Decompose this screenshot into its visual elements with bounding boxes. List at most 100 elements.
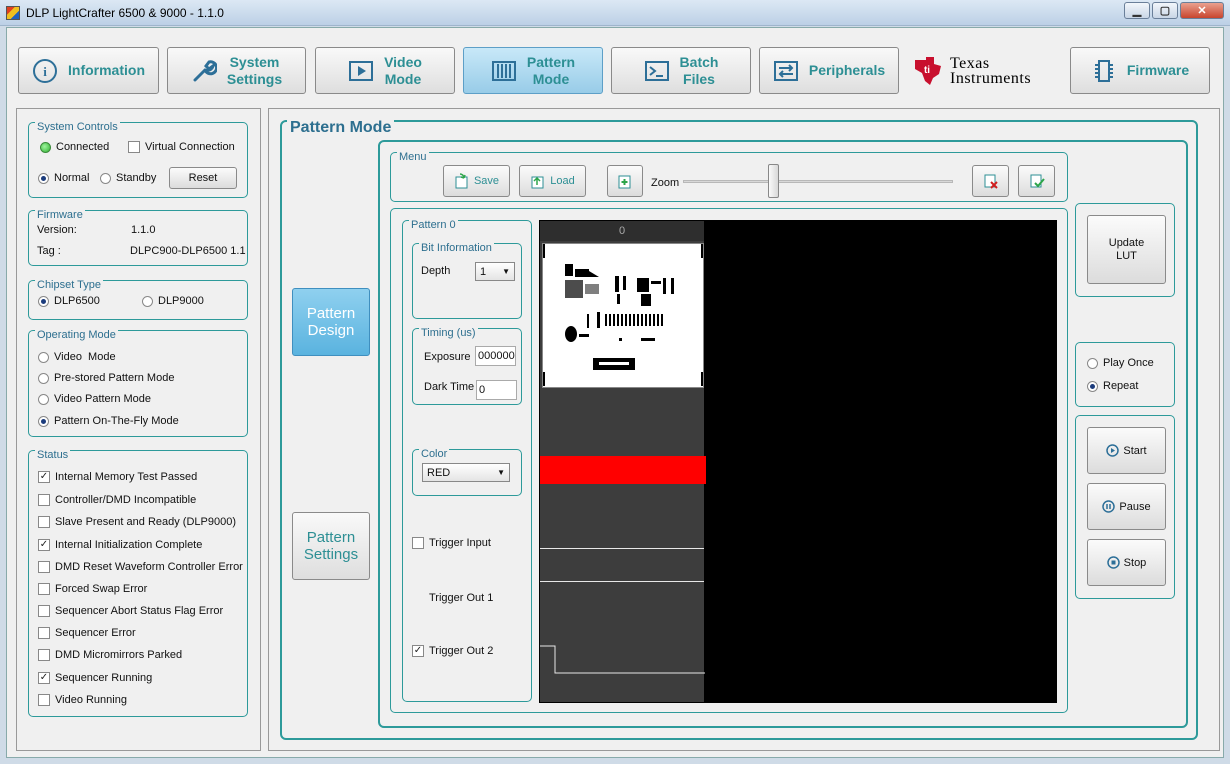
chipset-dlp9000-label: DLP9000 [158, 295, 204, 307]
validate-button[interactable] [1018, 165, 1055, 197]
nav-pattern-mode-button[interactable]: Pattern Mode [463, 47, 603, 94]
nav-batch-files-line1: Batch [679, 53, 719, 70]
play-icon [1106, 444, 1120, 457]
chipset-dlp9000-dot[interactable] [142, 295, 153, 307]
pause-button[interactable]: Pause [1087, 483, 1166, 530]
pattern-color-bar [540, 456, 706, 484]
nav-peripherals-label: Peripherals [808, 62, 886, 78]
pattern-design-label: Pattern Design [307, 305, 355, 339]
trigger-out2-waveform [540, 645, 705, 674]
chipset-dlp6500-radio[interactable]: DLP6500 [38, 295, 100, 307]
dark-time-input[interactable]: 0 [476, 380, 517, 400]
nav-video-mode-button[interactable]: Video Mode [315, 47, 455, 94]
mode-video-pattern-dot[interactable] [38, 393, 49, 405]
stop-button[interactable]: Stop [1087, 539, 1166, 586]
chipset-dlp6500-dot[interactable] [38, 295, 49, 307]
depth-label: Depth [421, 265, 451, 277]
close-button[interactable]: ✕ [1180, 2, 1224, 19]
mode-on-the-fly-radio[interactable]: Pattern On-The-Fly Mode [38, 415, 179, 427]
mode-prestored-radio[interactable]: Pre-stored Pattern Mode [38, 372, 174, 384]
trigger-input-label: Trigger Input [429, 537, 491, 549]
play-once-dot[interactable] [1087, 357, 1098, 369]
zoom-label: Zoom [651, 177, 680, 189]
mode-video-dot[interactable] [38, 351, 49, 363]
nav-video-mode-line1: Video [384, 53, 422, 70]
nav-system-settings-button[interactable]: System Settings [167, 47, 306, 94]
mode-on-the-fly-dot[interactable] [38, 415, 49, 427]
connected-led-icon [40, 141, 51, 153]
pattern-settings-button[interactable]: Pattern Settings [292, 512, 370, 580]
status-item-label: Slave Present and Ready (DLP9000) [55, 516, 236, 528]
mode-prestored-dot[interactable] [38, 372, 49, 384]
color-select[interactable]: RED ▼ [422, 463, 510, 482]
zoom-slider-track[interactable] [683, 180, 953, 183]
status-checkbox [38, 627, 50, 639]
clear-button[interactable] [972, 165, 1009, 197]
normal-radio[interactable]: Normal [38, 172, 89, 184]
save-button[interactable]: Save [443, 165, 510, 197]
firmware-tag-label: Tag : [37, 245, 61, 257]
standby-radio[interactable]: Standby [100, 172, 156, 184]
reset-button[interactable]: Reset [169, 167, 237, 189]
stop-label: Stop [1123, 556, 1147, 569]
update-lut-line1: Update [1108, 236, 1145, 249]
nav-peripherals-button[interactable]: Peripherals [759, 47, 899, 94]
exposure-input[interactable]: 000000 [475, 346, 516, 366]
nav-pattern-mode-label: Pattern Mode [527, 54, 575, 88]
mode-video-pattern-label: Video Pattern Mode [54, 393, 152, 405]
ti-wordmark: Texas Instruments [950, 55, 1032, 87]
repeat-radio[interactable]: Repeat [1087, 380, 1138, 392]
mode-prestored-label: Pre-stored Pattern Mode [54, 372, 175, 384]
depth-select[interactable]: 1 ▼ [475, 262, 515, 281]
status-item: DMD Micromirrors Parked [38, 649, 182, 661]
nav-information-button[interactable]: i Information [18, 47, 159, 94]
chipset-type-label: Chipset Type [35, 279, 104, 291]
pattern-column-header: 0 [540, 221, 704, 241]
firmware-version-value: 1.1.0 [131, 224, 156, 236]
trigger-out2-checkbox[interactable]: ✓ Trigger Out 2 [412, 645, 493, 657]
play-once-radio[interactable]: Play Once [1087, 357, 1154, 369]
mode-video-radio[interactable]: Video Mode [38, 351, 116, 363]
zoom-slider-thumb[interactable] [768, 164, 779, 198]
chipset-dlp9000-radio[interactable]: DLP9000 [142, 295, 204, 307]
info-icon: i [32, 58, 58, 84]
nav-pattern-mode-line2: Mode [532, 70, 570, 87]
pattern-thumbnail[interactable] [542, 243, 704, 388]
nav-pattern-mode-line1: Pattern [526, 53, 576, 70]
standby-radio-dot[interactable] [100, 172, 111, 184]
status-checkbox: ✓ [38, 539, 50, 551]
maximize-button[interactable]: ▢ [1152, 2, 1178, 19]
dropdown-arrow-icon: ▼ [502, 267, 510, 276]
pattern-design-button[interactable]: Pattern Design [292, 288, 370, 356]
pattern-settings-line2: Settings [303, 546, 359, 563]
chipset-dlp6500-label: DLP6500 [54, 295, 100, 307]
update-lut-button[interactable]: Update LUT [1087, 215, 1166, 284]
status-item: Forced Swap Error [38, 583, 147, 595]
status-label: Status [35, 449, 71, 461]
minimize-button[interactable]: ▁ [1124, 2, 1150, 19]
status-checkbox [38, 694, 50, 706]
status-item: Controller/DMD Incompatible [38, 494, 196, 506]
virtual-connection-checkbox[interactable]: Virtual Connection [128, 141, 235, 153]
start-button[interactable]: Start [1087, 427, 1166, 474]
repeat-dot[interactable] [1087, 380, 1098, 392]
terminal-icon [644, 58, 670, 84]
nav-batch-files-button[interactable]: Batch Files [611, 47, 751, 94]
nav-firmware-button[interactable]: Firmware [1070, 47, 1210, 94]
mode-video-pattern-radio[interactable]: Video Pattern Mode [38, 393, 151, 405]
virtual-connection-box[interactable] [128, 141, 140, 153]
add-pattern-button[interactable] [607, 165, 643, 197]
load-button[interactable]: Load [519, 165, 586, 197]
connected-label: Connected [56, 141, 110, 153]
trigger-input-box[interactable] [412, 537, 424, 549]
mode-video-label: Video Mode [54, 351, 116, 363]
normal-radio-dot[interactable] [38, 172, 49, 184]
status-checkbox: ✓ [38, 471, 50, 483]
trigger-out2-box[interactable]: ✓ [412, 645, 424, 657]
trigger-input-checkbox[interactable]: Trigger Input [412, 537, 491, 549]
system-controls-label: System Controls [35, 121, 120, 133]
status-checkbox [38, 561, 50, 573]
nav-information-label: Information [68, 62, 145, 78]
firmware-info-group: Firmware [28, 209, 248, 266]
dark-time-label: Dark Time [424, 381, 475, 393]
